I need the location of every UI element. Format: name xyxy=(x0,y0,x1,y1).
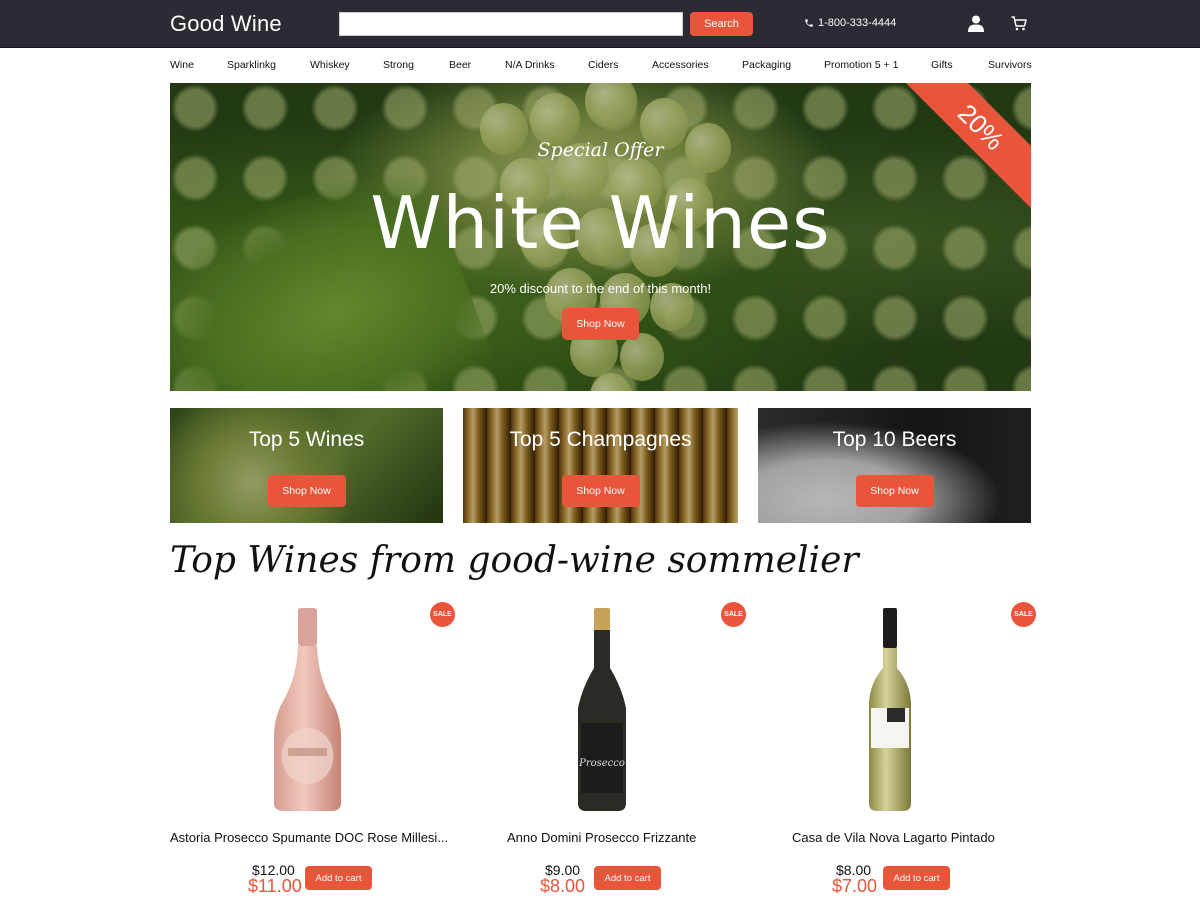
product-image-prosecco-frizzante[interactable]: Prosecco xyxy=(572,608,632,813)
sale-price: $11.00 xyxy=(248,876,302,896)
nav-item-sparkling[interactable]: Sparklinkg xyxy=(227,59,276,71)
hero-title: White Wines xyxy=(370,181,831,265)
nav-item-whiskey[interactable]: Whiskey xyxy=(310,59,350,71)
site-logo[interactable]: Good Wine xyxy=(170,11,282,37)
hero-shop-now-button[interactable]: Shop Now xyxy=(562,308,639,340)
nav-item-gifts[interactable]: Gifts xyxy=(931,59,953,71)
hero-banner: 20% Special Offer White Wines 20% discou… xyxy=(170,83,1031,391)
shop-now-button[interactable]: Shop Now xyxy=(267,475,346,507)
add-to-cart-button[interactable]: Add to cart xyxy=(305,866,372,890)
shop-now-button[interactable]: Shop Now xyxy=(561,475,640,507)
section-title: Top Wines from good-wine sommelier xyxy=(170,540,859,581)
add-to-cart-button[interactable]: Add to cart xyxy=(883,866,950,890)
category-tile-title: Top 5 Champagnes xyxy=(509,428,692,451)
product-image-lagarto-pintado[interactable] xyxy=(865,608,915,813)
search-button[interactable]: Search xyxy=(690,12,753,36)
sale-price: $7.00 xyxy=(832,876,878,896)
product-name[interactable]: Astoria Prosecco Spumante DOC Rose Mille… xyxy=(170,830,450,845)
category-tile-title: Top 10 Beers xyxy=(832,428,957,451)
nav-item-ciders[interactable]: Ciders xyxy=(588,59,618,71)
phone-contact[interactable]: 1-800-333-4444 xyxy=(804,17,896,29)
sale-badge: SALE xyxy=(1011,602,1036,627)
top-header: Good Wine Search 1-800-333-4444 xyxy=(0,0,1200,48)
nav-item-strong[interactable]: Strong xyxy=(383,59,414,71)
nav-item-accessories[interactable]: Accessories xyxy=(652,59,709,71)
sale-badge: SALE xyxy=(721,602,746,627)
product-name[interactable]: Casa de Vila Nova Lagarto Pintado xyxy=(792,830,1037,845)
product-image-rose-prosecco[interactable] xyxy=(270,608,345,813)
hero-subtitle: Special Offer xyxy=(537,139,664,161)
category-tile-champagnes[interactable]: Top 5 Champagnes Shop Now xyxy=(463,408,738,523)
nav-item-survivors[interactable]: Survivors xyxy=(988,59,1032,71)
svg-text:Prosecco: Prosecco xyxy=(578,758,625,769)
search-input[interactable] xyxy=(339,12,683,36)
nav-item-packaging[interactable]: Packaging xyxy=(742,59,791,71)
hero-caption: 20% discount to the end of this month! xyxy=(489,281,712,296)
phone-number: 1-800-333-4444 xyxy=(818,17,897,29)
cart-icon[interactable] xyxy=(1011,16,1027,31)
shop-now-button[interactable]: Shop Now xyxy=(855,475,934,507)
product-card: SALE Prosecco Anno Domini Prosecco Frizz… xyxy=(462,600,747,900)
nav-item-beer[interactable]: Beer xyxy=(449,59,471,71)
category-nav: Wine Sparklinkg Whiskey Strong Beer N/A … xyxy=(170,59,1032,73)
nav-item-na-drinks[interactable]: N/A Drinks xyxy=(505,59,555,71)
product-card: SALE Casa de Vila Nova Lagarto Pintado $… xyxy=(752,600,1037,900)
add-to-cart-button[interactable]: Add to cart xyxy=(594,866,661,890)
phone-icon xyxy=(805,19,813,27)
nav-item-wine[interactable]: Wine xyxy=(170,59,194,71)
nav-item-promotion[interactable]: Promotion 5 + 1 xyxy=(824,59,898,71)
category-tile-beers[interactable]: Top 10 Beers Shop Now xyxy=(758,408,1031,523)
sale-badge: SALE xyxy=(430,602,455,627)
sale-price: $8.00 xyxy=(540,876,586,896)
category-tile-title: Top 5 Wines xyxy=(248,428,365,451)
product-card: SALE Astoria Prosecco Spumante DOC Rose … xyxy=(170,600,455,900)
category-tile-wines[interactable]: Top 5 Wines Shop Now xyxy=(170,408,443,523)
user-icon[interactable] xyxy=(968,15,984,32)
product-name[interactable]: Anno Domini Prosecco Frizzante xyxy=(507,830,747,845)
